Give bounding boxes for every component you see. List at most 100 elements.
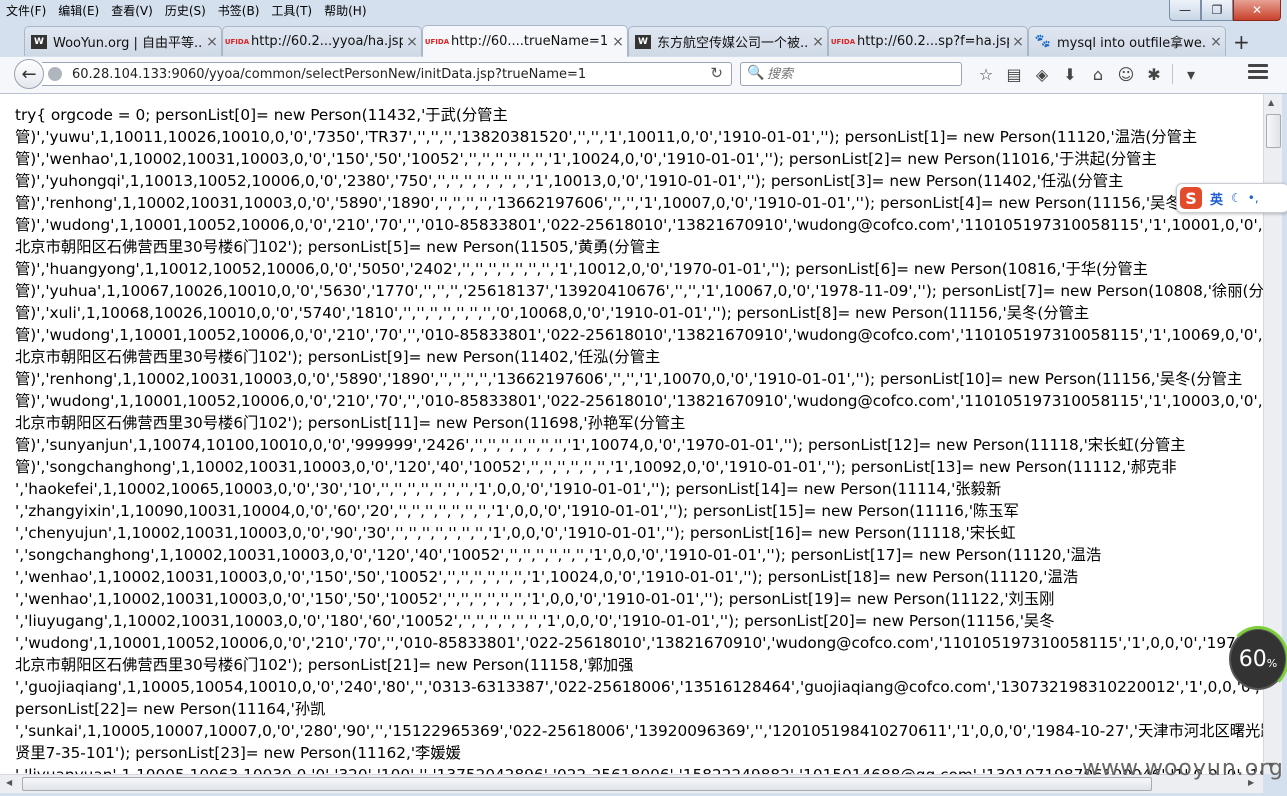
vertical-scroll-thumb[interactable] [1266,114,1281,148]
ufida-favicon: UFIDA [224,37,250,46]
text-line: 管)','renhong',1,10002,10031,10003,0,'0',… [15,370,1243,388]
scroll-up-icon[interactable]: ▲ [1268,98,1274,107]
text-line: ','wenhao',1,10002,10031,10003,0,'0','15… [15,568,1079,586]
punctuation-icon[interactable]: •, [1248,191,1259,205]
text-line: ','zhangyixin',1,10090,10031,10004,0,'0'… [15,502,1019,520]
text-line: 北京市朝阳区石佛营西里30号楼6门102'); personList[9]= n… [15,348,661,366]
text-line: 管)','yuwu',1,10011,10026,10010,0,'0','73… [15,128,1198,146]
url-bar[interactable]: ↻ [42,62,732,86]
moon-icon[interactable]: ☾ [1231,191,1242,205]
site-identity-icon[interactable] [48,67,62,81]
tab-title: WooYun.org | 自由平等... [53,36,203,51]
tab-ha-jsp[interactable]: UFIDA http://60.2...yyoa/ha.jsp × [222,26,422,56]
text-line: 管)','huangyong',1,10012,10052,10006,0,'0… [15,260,1148,278]
chat-icon[interactable]: ☺ [1112,63,1140,85]
menu-bar: 文件(F) 编辑(E) 查看(V) 历史(S) 书签(B) 工具(T) 帮助(H… [0,0,1170,22]
ime-mode-label[interactable]: 英 [1210,189,1223,208]
text-line: 管)','yuhongqi',1,10013,10052,10006,0,'0'… [15,172,1124,190]
menu-history[interactable]: 历史(S) [159,0,212,22]
text-line: ','chenyujun',1,10002,10031,10003,0,'0',… [15,524,1016,542]
text-line: 管)','sunyanjun',1,10074,10100,10010,0,'0… [15,436,1186,454]
menu-tools[interactable]: 工具(T) [265,0,318,22]
scroll-left-icon[interactable]: ◀ [6,778,12,787]
new-tab-button[interactable]: + [1233,30,1250,54]
bookmark-star-icon[interactable]: ☆ [972,63,1000,85]
text-line: ','wudong',1,10001,10052,10006,0,'0','21… [15,634,1263,652]
text-line: try{ orgcode = 0; personList[0]= new Per… [15,106,508,124]
hamburger-menu-icon[interactable] [1248,64,1268,82]
tab-title: 东方航空传媒公司一个被... [657,36,809,51]
text-line: 管)','wudong',1,10001,10052,10006,0,'0','… [15,216,1263,234]
tab-strip: W WooYun.org | 自由平等... × UFIDA http://60… [0,24,1287,57]
download-icon[interactable]: ⬇ [1056,63,1084,85]
search-bar[interactable]: 🔍 [740,62,962,86]
text-line: ','songchanghong',1,10002,10031,10003,0,… [15,546,1102,564]
toolbar-divider [1172,64,1173,84]
tab-title: mysql into outfile拿we... [1057,36,1207,51]
tab-title: http://60....trueName=1 [451,34,609,49]
pocket-icon[interactable]: ◈ [1028,63,1056,85]
baidu-paw-icon: 🐾 [1034,34,1052,49]
tab-mysql-outfile[interactable]: 🐾 mysql into outfile拿we... × [1028,26,1226,56]
reload-icon[interactable]: ↻ [710,64,723,82]
tab-close-icon[interactable]: × [1009,34,1027,50]
horizontal-scroll-thumb[interactable] [22,777,1152,791]
menu-file[interactable]: 文件(F) [0,0,52,22]
text-line: ','sunkai',1,10005,10007,10007,0,'0','28… [15,722,1263,740]
text-line: ','wenhao',1,10002,10031,10003,0,'0','15… [15,590,1055,608]
url-input[interactable] [72,65,692,83]
menu-view[interactable]: 查看(V) [105,0,159,22]
menu-edit[interactable]: 编辑(E) [52,0,105,22]
back-button[interactable]: ← [14,59,44,89]
text-line: 管)','songchanghong',1,10002,10031,10003,… [15,458,1177,476]
chevron-down-icon[interactable]: ▾ [1177,63,1205,85]
gauge-ring [1227,626,1287,692]
sogou-logo-icon: S [1180,187,1202,209]
wooyun-favicon: W [31,34,47,49]
reading-list-icon[interactable]: ▤ [1000,63,1028,85]
search-input[interactable] [767,65,952,83]
sogou-ime-toolbar[interactable]: S 英 ☾ •, [1176,183,1287,213]
page-text: try{ orgcode = 0; personList[0]= new Per… [15,104,1263,774]
text-line: 管)','wudong',1,10001,10052,10006,0,'0','… [15,392,1263,410]
close-window-button[interactable]: ✕ [1233,0,1281,21]
text-line: 管)','renhong',1,10002,10031,10003,0,'0',… [15,194,1233,212]
restore-button[interactable]: ❐ [1201,0,1233,21]
text-line: 管)','wenhao',1,10002,10031,10003,0,'0','… [15,150,1157,168]
menu-bookmarks[interactable]: 书签(B) [212,0,266,22]
tab-eastern-airlines[interactable]: W 东方航空传媒公司一个被... × [628,26,828,56]
browser-window: 文件(F) 编辑(E) 查看(V) 历史(S) 书签(B) 工具(T) 帮助(H… [0,0,1287,796]
horizontal-scrollbar[interactable]: ◀ ▶ [0,774,1263,793]
tab-close-icon[interactable]: × [1207,34,1225,50]
tab-title: http://60.2...sp?f=ha.jsp [857,34,1009,49]
performance-gauge[interactable]: 60% [1227,626,1287,692]
text-line: 管)','wudong',1,10001,10052,10006,0,'0','… [15,326,1263,344]
ufida-favicon: UFIDA [830,37,856,46]
home-icon[interactable]: ⌂ [1084,63,1112,85]
toolbar-icons: ☆ ▤ ◈ ⬇ ⌂ ☺ ✱ ▾ [972,63,1205,85]
tab-close-icon[interactable]: × [203,34,221,50]
tab-wooyun[interactable]: W WooYun.org | 自由平等... × [24,26,222,56]
navigation-toolbar: ↻ ← 🔍 ☆ ▤ ◈ ⬇ ⌂ ☺ ✱ ▾ [0,57,1287,94]
text-line: 北京市朝阳区石佛营西里30号楼6门102'); personList[11]= … [15,414,686,432]
tab-close-icon[interactable]: × [609,34,627,50]
tab-initdata-active[interactable]: UFIDA http://60....trueName=1 × [422,25,628,57]
text-line: ','haokefei',1,10002,10065,10003,0,'0','… [15,480,1002,498]
text-line: 管)','yuhua',1,10067,10026,10010,0,'0','5… [15,282,1263,300]
tab-close-icon[interactable]: × [403,34,421,50]
extension-icon[interactable]: ✱ [1140,63,1168,85]
text-line: ','guojiaqiang',1,10005,10054,10010,0,'0… [15,678,1263,696]
ufida-favicon: UFIDA [424,37,450,46]
text-line: 贤里7-35-101'); personList[23]= new Person… [15,744,461,762]
tab-title: http://60.2...yyoa/ha.jsp [251,34,403,49]
text-line: 北京市朝阳区石佛营西里30号楼6门102'); personList[21]= … [15,656,634,674]
tab-f-ha-jsp[interactable]: UFIDA http://60.2...sp?f=ha.jsp × [828,26,1028,56]
search-icon: 🔍 [747,65,765,81]
text-line: 北京市朝阳区石佛营西里30号楼6门102'); personList[5]= n… [15,238,661,256]
watermark: www.wooyun.org [1082,756,1284,781]
text-line: ','liuyugang',1,10002,10031,10003,0,'0',… [15,612,1055,630]
menu-help[interactable]: 帮助(H) [318,0,372,22]
minimize-button[interactable]: — [1169,0,1201,21]
wooyun-favicon: W [635,34,651,49]
tab-close-icon[interactable]: × [809,34,827,50]
